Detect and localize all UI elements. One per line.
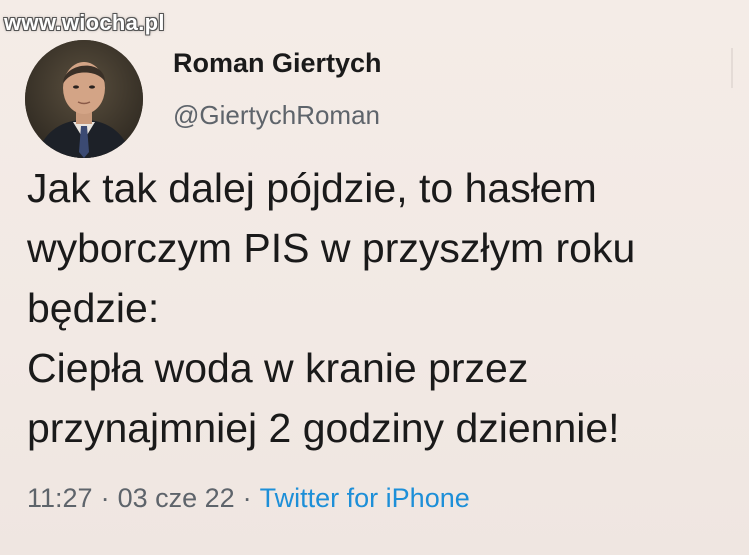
meta-separator: · [242, 483, 252, 513]
tweet-time[interactable]: 11:27 [27, 483, 93, 513]
tweet-meta: 11:27 · 03 cze 22 · Twitter for iPhone [27, 483, 470, 514]
author-name[interactable]: Roman Giertych [173, 48, 382, 79]
author-handle[interactable]: @GiertychRoman [173, 100, 380, 131]
tweet-text: Jak tak dalej pójdzie, to hasłem wyborcz… [27, 165, 636, 451]
tweet-source-link[interactable]: Twitter for iPhone [260, 483, 470, 513]
profile-photo-icon [25, 40, 143, 158]
more-icon[interactable] [731, 48, 749, 88]
tweet-date[interactable]: 03 cze 22 [118, 483, 235, 513]
meta-separator: · [100, 483, 110, 513]
watermark-logo: www.wiocha.pl [4, 10, 165, 35]
tweet-card: www.wiocha.pl Roman Giertych @GiertychRo… [0, 0, 749, 555]
avatar[interactable] [25, 40, 143, 158]
